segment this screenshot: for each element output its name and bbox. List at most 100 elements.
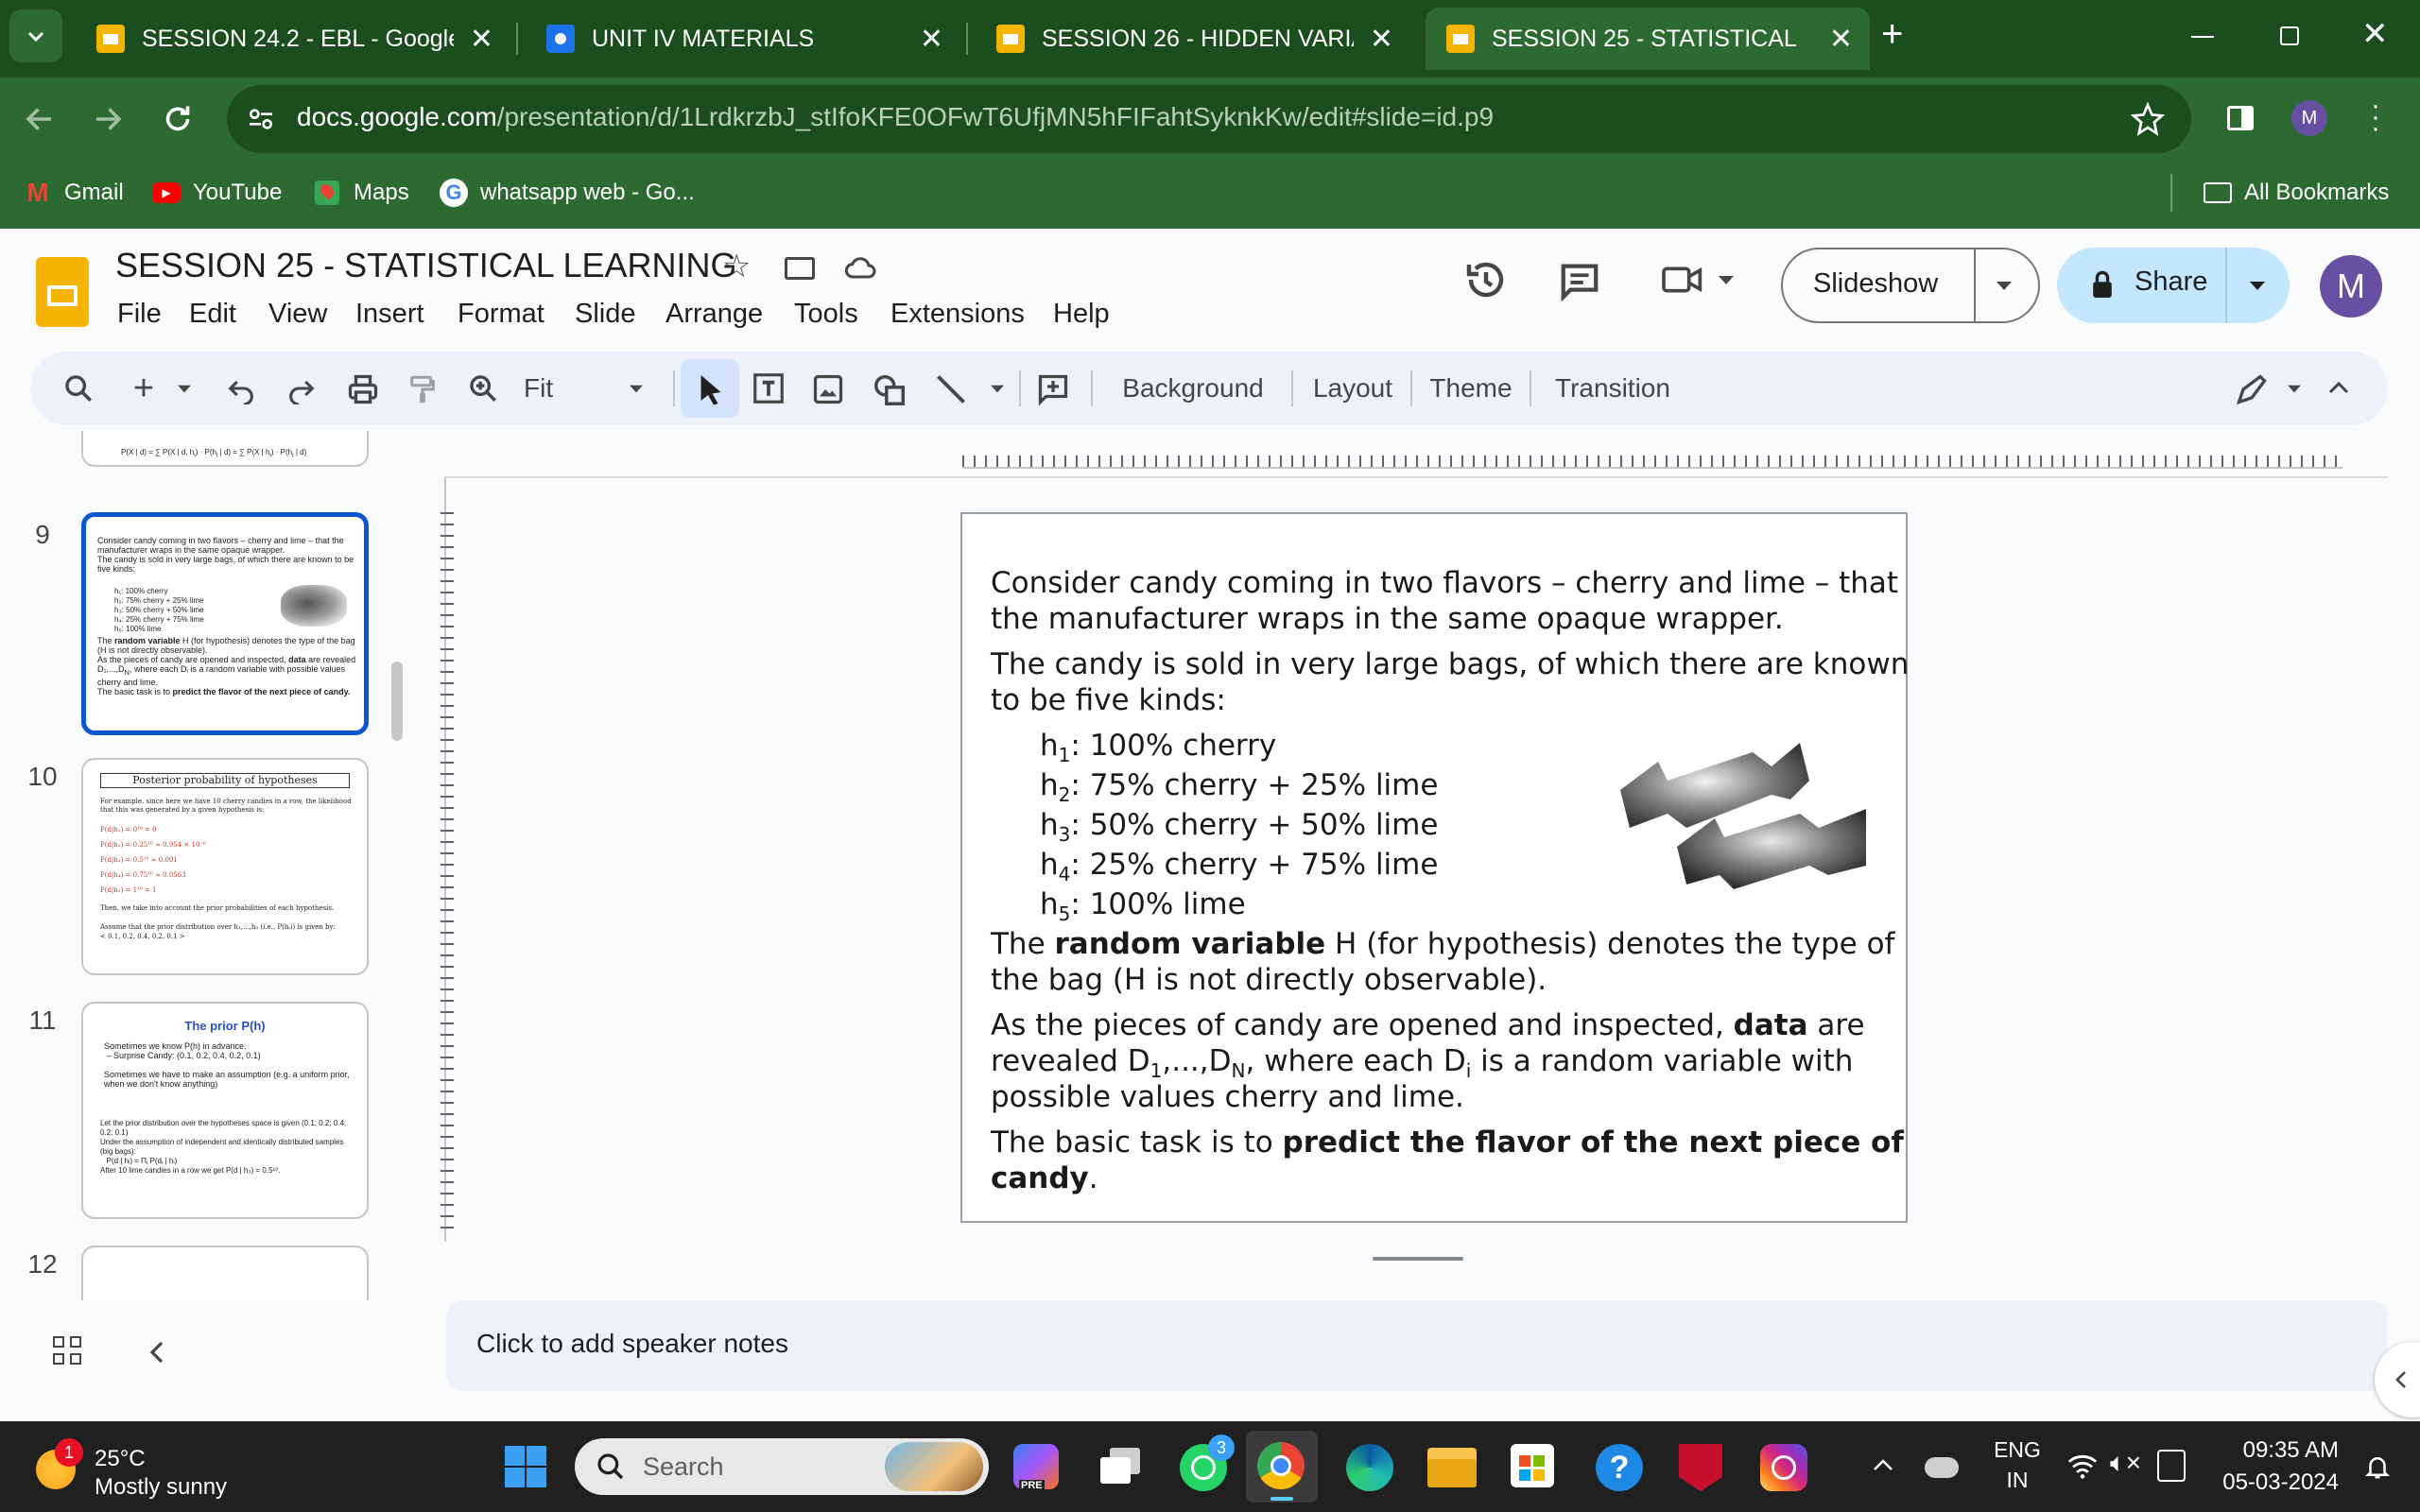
browser-tab-active[interactable]: SESSION 25 - STATISTICAL LEAR ✕ xyxy=(1426,8,1870,70)
menu-arrange[interactable]: Arrange xyxy=(666,299,763,330)
site-info-icon[interactable] xyxy=(246,104,276,134)
chevron-down-icon[interactable] xyxy=(1995,280,2014,293)
chrome-taskbar-button[interactable] xyxy=(1246,1431,1318,1503)
help-icon[interactable]: ? xyxy=(1596,1444,1643,1491)
star-icon[interactable]: ☆ xyxy=(722,248,751,285)
chevron-down-icon[interactable] xyxy=(176,384,193,395)
forward-icon[interactable] xyxy=(91,102,125,136)
slide-thumbnail-selected[interactable]: Consider candy coming in two flavors – c… xyxy=(81,512,369,735)
address-bar[interactable]: docs.google.com/presentation/d/1LrdkrzbJ… xyxy=(227,85,2191,153)
onedrive-icon[interactable] xyxy=(1925,1457,1959,1478)
close-window-button[interactable]: ✕ xyxy=(2361,15,2389,53)
restore-button[interactable] xyxy=(2280,26,2299,45)
slide-thumbnail[interactable]: Posterior probability of hypotheses For … xyxy=(81,758,369,975)
redo-icon[interactable] xyxy=(285,372,318,404)
zoom-icon[interactable] xyxy=(467,372,499,404)
menu-format[interactable]: Format xyxy=(458,299,544,330)
side-panel-icon[interactable] xyxy=(2227,106,2254,130)
print-icon[interactable] xyxy=(346,372,380,406)
version-history-icon[interactable] xyxy=(1463,257,1509,302)
slides-logo-icon[interactable] xyxy=(36,257,89,327)
collapse-menu-icon[interactable] xyxy=(2327,378,2350,397)
collapse-filmstrip-icon[interactable] xyxy=(146,1338,168,1366)
background-button[interactable]: Background xyxy=(1098,352,1288,425)
menu-help[interactable]: Help xyxy=(1053,299,1110,330)
menu-slide[interactable]: Slide xyxy=(575,299,636,330)
menu-extensions[interactable]: Extensions xyxy=(890,299,1025,330)
close-icon[interactable]: ✕ xyxy=(920,23,943,56)
new-slide-button[interactable]: + xyxy=(125,352,163,425)
bookmark-whatsapp[interactable]: G whatsapp web - Go... xyxy=(439,178,695,208)
back-icon[interactable] xyxy=(23,102,57,136)
tab-search-button[interactable] xyxy=(9,9,62,62)
slide-thumbnail[interactable] xyxy=(81,1246,369,1300)
browser-tab[interactable]: UNIT IV MATERIALS ✕ xyxy=(526,8,960,70)
undo-icon[interactable] xyxy=(225,372,257,404)
slide-9[interactable]: Consider candy coming in two flavors – c… xyxy=(960,512,1909,1223)
select-tool-button[interactable] xyxy=(681,359,739,418)
profile-avatar[interactable]: M xyxy=(2291,100,2327,136)
wifi-icon[interactable] xyxy=(2066,1452,2099,1480)
menu-view[interactable]: View xyxy=(268,299,327,330)
slide-thumbnail[interactable]: The prior P(h) Sometimes we know P(h) in… xyxy=(81,1002,369,1219)
transition-button[interactable]: Transition xyxy=(1539,352,1686,425)
bookmark-gmail[interactable]: M Gmail xyxy=(23,178,123,208)
text-box-icon[interactable] xyxy=(751,370,786,406)
bookmark-maps[interactable]: Maps xyxy=(312,178,409,208)
chevron-down-icon[interactable] xyxy=(2248,280,2267,293)
menu-edit[interactable]: Edit xyxy=(189,299,236,330)
volume-muted-icon[interactable]: 🔈︎× xyxy=(2110,1448,2141,1479)
mcafee-icon[interactable] xyxy=(1679,1444,1722,1491)
browser-tab[interactable]: SESSION 26 - HIDDEN VARIABL ✕ xyxy=(976,8,1410,70)
bookmark-star-icon[interactable] xyxy=(2131,102,2165,136)
minimize-button[interactable] xyxy=(2191,36,2214,38)
doc-title[interactable]: SESSION 25 - STATISTICAL LEARNING xyxy=(115,246,737,285)
edge-icon[interactable] xyxy=(1346,1444,1393,1491)
menu-insert[interactable]: Insert xyxy=(355,299,424,330)
line-icon[interactable] xyxy=(934,372,968,406)
speaker-notes[interactable]: Click to add speaker notes xyxy=(446,1300,2388,1391)
new-tab-button[interactable]: + xyxy=(1881,13,1903,56)
menu-file[interactable]: File xyxy=(117,299,162,330)
insert-image-icon[interactable] xyxy=(811,372,845,406)
close-icon[interactable]: ✕ xyxy=(1370,23,1393,56)
grid-view-icon[interactable] xyxy=(53,1336,83,1366)
slideshow-button[interactable]: Slideshow xyxy=(1781,248,2040,323)
chevron-down-icon[interactable] xyxy=(2286,384,2303,395)
weather-widget[interactable]: 1 25°C Mostly sunny xyxy=(28,1433,274,1501)
show-hidden-icons[interactable] xyxy=(1872,1457,1894,1472)
move-folder-icon[interactable] xyxy=(785,257,815,280)
taskbar-search[interactable]: Search xyxy=(575,1438,989,1495)
file-explorer-icon[interactable] xyxy=(1427,1448,1477,1487)
reload-icon[interactable] xyxy=(161,102,195,136)
shape-icon[interactable] xyxy=(872,372,908,408)
notes-resize-handle[interactable] xyxy=(1373,1257,1463,1261)
close-icon[interactable]: ✕ xyxy=(1829,23,1853,56)
clock[interactable]: 09:35 AM 05-03-2024 xyxy=(2208,1435,2339,1499)
theme-button[interactable]: Theme xyxy=(1416,352,1526,425)
store-icon[interactable] xyxy=(1511,1444,1554,1487)
language-indicator[interactable]: ENG IN xyxy=(1989,1435,2046,1495)
cloud-saved-icon[interactable] xyxy=(841,251,879,285)
battery-icon[interactable] xyxy=(2157,1450,2186,1482)
instagram-icon[interactable] xyxy=(1760,1444,1807,1491)
bookmark-youtube[interactable]: ▶ YouTube xyxy=(151,178,282,208)
chevron-down-icon[interactable] xyxy=(1717,274,1736,287)
paint-format-icon[interactable] xyxy=(406,372,439,406)
meet-icon[interactable] xyxy=(1660,261,1705,299)
search-menus-icon[interactable] xyxy=(62,372,95,404)
browser-tab[interactable]: SESSION 24.2 - EBL - Google Sli ✕ xyxy=(76,8,510,70)
share-button[interactable]: Share xyxy=(2057,248,2290,323)
comment-icon[interactable] xyxy=(1558,259,1601,302)
layout-button[interactable]: Layout xyxy=(1301,352,1405,425)
copilot-icon[interactable]: PRE xyxy=(1013,1444,1059,1491)
menu-tools[interactable]: Tools xyxy=(794,299,858,330)
editing-mode-icon[interactable] xyxy=(2235,372,2269,406)
slide-thumbnail[interactable]: P(X | d) = ∑ P(X | d, hi) · P(hi | d) = … xyxy=(81,431,369,467)
chevron-down-icon[interactable] xyxy=(989,384,1006,395)
close-icon[interactable]: ✕ xyxy=(470,23,493,56)
filmstrip-scrollbar[interactable] xyxy=(391,662,403,741)
all-bookmarks[interactable]: All Bookmarks xyxy=(2203,178,2389,208)
chevron-down-icon[interactable] xyxy=(628,384,645,395)
task-view-icon[interactable] xyxy=(1100,1448,1142,1486)
